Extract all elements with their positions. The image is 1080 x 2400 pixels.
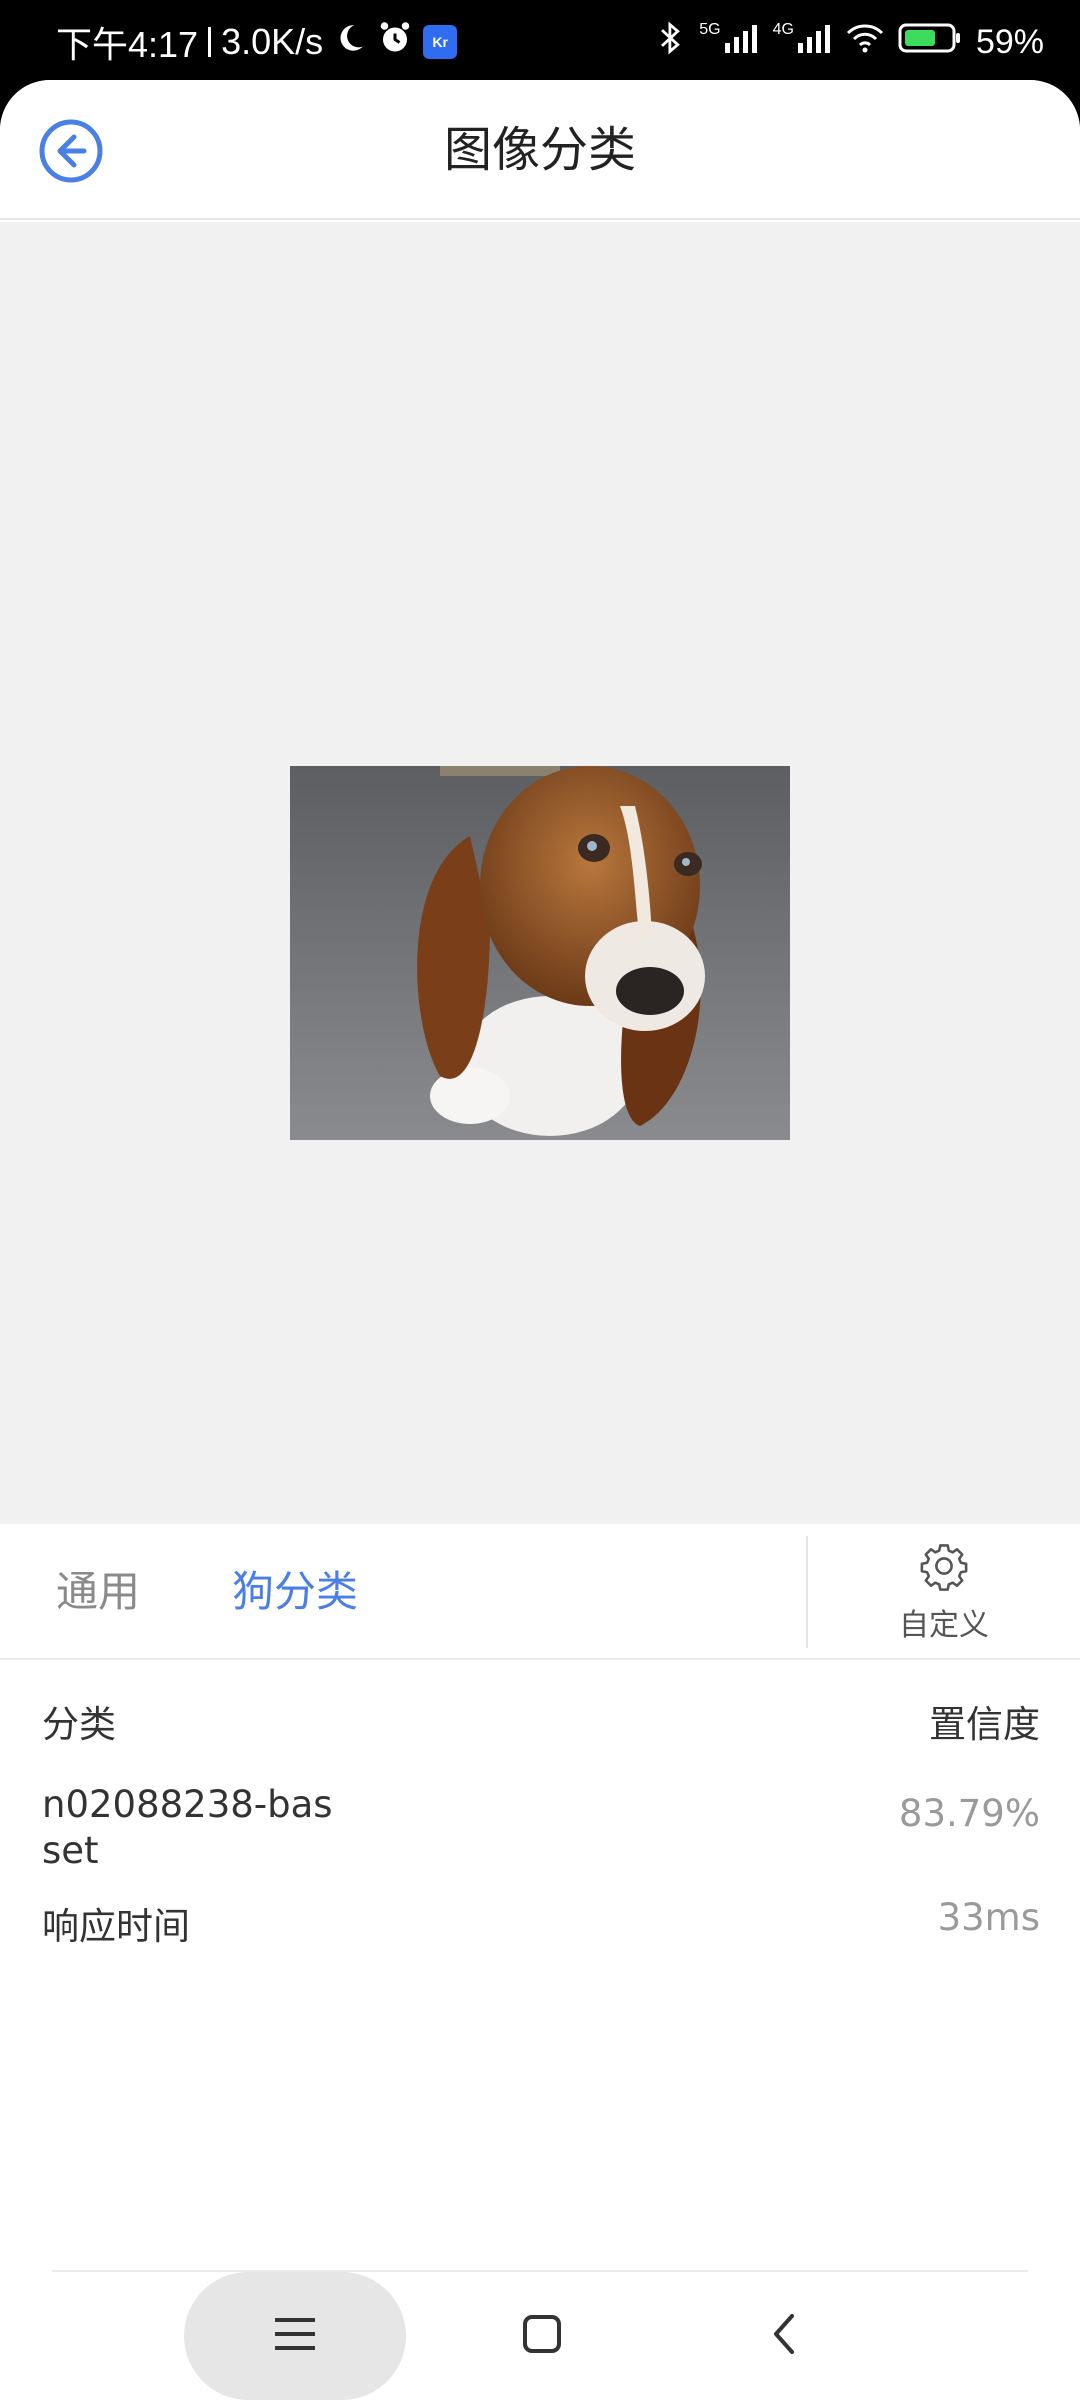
- status-bar: 下午4:17 3.0K/s Kr 5G 4G 59%: [0, 0, 1080, 80]
- status-separator: [208, 27, 212, 57]
- page-title: 图像分类: [443, 122, 636, 178]
- alarm-icon: [377, 20, 413, 65]
- gear-icon: [918, 1540, 970, 1596]
- response-time-value: 33ms: [937, 1896, 1040, 1939]
- header-confidence: 置信度: [929, 1703, 1040, 1746]
- home-icon: [522, 2314, 562, 2358]
- app-notification-icon: Kr: [423, 25, 458, 59]
- network-5g-label: 5G: [699, 21, 721, 38]
- result-row: n02088238-basset 83.79%: [0, 1782, 1080, 1882]
- battery-percent: 59%: [975, 22, 1044, 61]
- tab-dog-classification[interactable]: 狗分类: [232, 1524, 358, 1660]
- app-header: 图像分类: [0, 80, 1080, 220]
- battery-icon: [898, 22, 962, 63]
- status-right: 5G 4G 59%: [657, 20, 1044, 65]
- response-time-row: 响应时间 33ms: [0, 1896, 1080, 1966]
- signal-icon: [724, 23, 759, 62]
- nav-home-button[interactable]: [506, 2300, 578, 2372]
- custom-button[interactable]: 自定义: [808, 1524, 1080, 1660]
- status-left: 下午4:17 3.0K/s Kr: [56, 20, 458, 65]
- category-tabs: 通用 狗分类 自定义: [0, 1524, 1080, 1660]
- status-time: 下午4:17: [56, 24, 199, 65]
- moon-icon: [333, 21, 367, 64]
- result-confidence-value: 83.79%: [898, 1792, 1040, 1835]
- network-4g-label: 4G: [772, 21, 794, 38]
- signal-icon: [797, 23, 832, 62]
- image-preview-area: [0, 222, 1080, 1524]
- header-class: 分类: [42, 1703, 116, 1746]
- result-class-label: n02088238-basset: [42, 1783, 333, 1872]
- wifi-icon: [846, 23, 884, 62]
- dog-photo[interactable]: [290, 766, 790, 1140]
- custom-label: 自定义: [899, 1608, 989, 1643]
- app-screen: 图像分类 通用 狗分类 自定义 分类 置信度 n02088238-basset …: [0, 80, 1080, 2400]
- response-time-label: 响应时间: [42, 1905, 190, 1948]
- bluetooth-icon: [657, 20, 685, 65]
- nav-back-icon: [768, 2312, 800, 2360]
- menu-icon: [273, 2314, 317, 2358]
- nav-back-button[interactable]: [748, 2300, 820, 2372]
- status-speed: 3.0K/s: [221, 21, 324, 62]
- tab-general[interactable]: 通用: [56, 1524, 140, 1660]
- nav-menu-button[interactable]: [184, 2272, 406, 2400]
- results-header: 分类 置信度: [0, 1662, 1080, 1772]
- system-nav-bar: [0, 2272, 1080, 2400]
